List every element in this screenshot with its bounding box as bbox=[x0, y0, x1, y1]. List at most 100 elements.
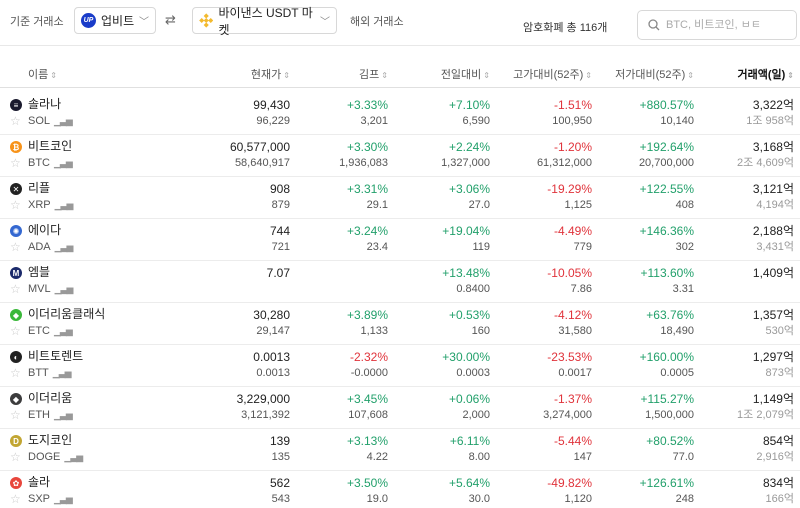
chart-icon[interactable]: ▁▃▅ bbox=[53, 366, 72, 380]
table-row[interactable]: ◆ ☆ 이더리움 ETH ▁▃▅ 3,229,000 3,121,392 +3.4… bbox=[0, 387, 800, 429]
column-change[interactable]: 전일대비 ⇕ bbox=[441, 66, 490, 82]
favorite-star-icon[interactable]: ☆ bbox=[10, 324, 21, 338]
table-row[interactable]: ✿ ☆ 솔라 SXP ▁▃▅ 562 543 +3.50% 19.0 +5.64%… bbox=[0, 471, 800, 508]
high52-percent: -49.82% bbox=[547, 476, 592, 490]
favorite-star-icon[interactable]: ☆ bbox=[10, 450, 21, 464]
column-premium[interactable]: 김프 ⇕ bbox=[359, 66, 388, 82]
coin-symbol-wrap: BTC ▁▃▅ bbox=[28, 156, 73, 170]
high52-percent: -4.49% bbox=[553, 224, 592, 238]
coin-symbol-wrap: ETC ▁▃▅ bbox=[28, 324, 73, 338]
premium-percent: +3.89% bbox=[346, 308, 388, 322]
base-exchange-value: 업비트 bbox=[101, 14, 135, 28]
volume-foreign: 530억 bbox=[765, 325, 794, 337]
coin-name[interactable]: 이더리움클래식 bbox=[28, 307, 105, 321]
coin-name[interactable]: 엠블 bbox=[28, 265, 50, 279]
dogecoin-icon: D bbox=[10, 435, 22, 447]
chart-icon[interactable]: ▁▃▅ bbox=[55, 282, 74, 296]
table-header: 이름 ⇕ 현재가 ⇕ 김프 ⇕ 전일대비 ⇕ 고가대비(52주) ⇕ 저가대비(52주) ⇕… bbox=[0, 58, 800, 88]
base-exchange-select[interactable]: UP 업비트 ﹀ bbox=[74, 7, 156, 34]
chart-icon[interactable]: ▁▃▅ bbox=[54, 408, 73, 422]
coin-symbol: ADA bbox=[28, 241, 51, 253]
coin-name[interactable]: 솔라 bbox=[28, 475, 50, 489]
swap-icon[interactable]: ⇄ bbox=[165, 12, 176, 28]
column-low52[interactable]: 저가대비(52주) ⇕ bbox=[615, 66, 694, 82]
low52-percent: +160.00% bbox=[639, 350, 694, 364]
sort-icon: ⇕ bbox=[787, 71, 794, 80]
premium-percent: +3.30% bbox=[346, 140, 388, 154]
favorite-star-icon[interactable]: ☆ bbox=[10, 408, 21, 422]
favorite-star-icon[interactable]: ☆ bbox=[10, 198, 21, 212]
coin-name[interactable]: 이더리움 bbox=[28, 391, 72, 405]
coin-name[interactable]: 도지코인 bbox=[28, 433, 72, 447]
low52-price: 20,700,000 bbox=[638, 157, 694, 169]
low52-percent: +192.64% bbox=[639, 140, 694, 154]
coin-name[interactable]: 리플 bbox=[28, 181, 50, 195]
chart-icon[interactable]: ▁▃▅ bbox=[55, 240, 74, 254]
coin-name[interactable]: 비트코인 bbox=[28, 139, 72, 153]
favorite-star-icon[interactable]: ☆ bbox=[10, 240, 21, 254]
low52-percent: +122.55% bbox=[639, 182, 694, 196]
table-row[interactable]: ◆ ☆ 이더리움클래식 ETC ▁▃▅ 30,280 29,147 +3.89% … bbox=[0, 303, 800, 345]
table-row[interactable]: ◐ ☆ 비트토렌트 BTT ▁▃▅ 0.0013 0.0013 -2.32% -0… bbox=[0, 345, 800, 387]
high52-percent: -10.05% bbox=[547, 266, 592, 280]
column-name[interactable]: 이름 ⇕ bbox=[28, 66, 57, 82]
high52-percent: -1.51% bbox=[553, 98, 592, 112]
premium-percent: +3.33% bbox=[346, 98, 388, 112]
compare-exchange-value: 바이낸스 USDT 마켓 bbox=[218, 5, 313, 37]
column-price[interactable]: 현재가 ⇕ bbox=[251, 66, 290, 82]
column-volume[interactable]: 거래액(일) ⇕ bbox=[737, 66, 794, 82]
coin-symbol-wrap: MVL ▁▃▅ bbox=[28, 282, 74, 296]
sort-icon: ⇕ bbox=[585, 71, 592, 80]
favorite-star-icon[interactable]: ☆ bbox=[10, 282, 21, 296]
chart-icon[interactable]: ▁▃▅ bbox=[54, 324, 73, 338]
favorite-star-icon[interactable]: ☆ bbox=[10, 492, 21, 506]
price-krw: 562 bbox=[269, 476, 290, 490]
bitcoin-icon: ₿ bbox=[10, 141, 22, 153]
mvl-icon: M bbox=[10, 267, 22, 279]
table-row[interactable]: ✕ ☆ 리플 XRP ▁▃▅ 908 879 +3.31% 29.1 +3.06%… bbox=[0, 177, 800, 219]
change-percent: +0.53% bbox=[448, 308, 490, 322]
chart-icon[interactable]: ▁▃▅ bbox=[55, 198, 74, 212]
coin-symbol-wrap: DOGE ▁▃▅ bbox=[28, 450, 83, 464]
column-high52[interactable]: 고가대비(52주) ⇕ bbox=[513, 66, 592, 82]
coin-symbol-wrap: SOL ▁▃▅ bbox=[28, 114, 73, 128]
price-krw: 7.07 bbox=[266, 266, 290, 280]
chart-icon[interactable]: ▁▃▅ bbox=[54, 156, 73, 170]
chart-icon[interactable]: ▁▃▅ bbox=[64, 450, 83, 464]
search-input[interactable] bbox=[666, 19, 786, 31]
coin-symbol: SOL bbox=[28, 115, 51, 127]
change-percent: +0.06% bbox=[448, 392, 490, 406]
high52-price: 3,274,000 bbox=[543, 409, 592, 421]
volume-krw: 834억 bbox=[762, 476, 794, 490]
change-amount: 0.0003 bbox=[456, 367, 490, 379]
table-row[interactable]: ✺ ☆ 에이다 ADA ▁▃▅ 744 721 +3.24% 23.4 +19.0… bbox=[0, 219, 800, 261]
change-percent: +13.48% bbox=[442, 266, 490, 280]
change-amount: 27.0 bbox=[468, 199, 490, 211]
coin-name[interactable]: 솔라나 bbox=[28, 97, 61, 111]
table-row[interactable]: M ☆ 엠블 MVL ▁▃▅ 7.07 +13.48% 0.8400 -10.05… bbox=[0, 261, 800, 303]
volume-foreign: 3,431억 bbox=[756, 241, 794, 253]
search-box[interactable] bbox=[637, 10, 797, 40]
chart-icon[interactable]: ▁▃▅ bbox=[54, 114, 73, 128]
compare-exchange-select[interactable]: 바이낸스 USDT 마켓 ﹀ bbox=[192, 6, 337, 37]
favorite-star-icon[interactable]: ☆ bbox=[10, 156, 21, 170]
chart-icon[interactable]: ▁▃▅ bbox=[54, 492, 73, 506]
coin-name[interactable]: 에이다 bbox=[28, 223, 61, 237]
high52-price: 100,950 bbox=[552, 115, 592, 127]
premium-percent: +3.50% bbox=[346, 476, 388, 490]
premium-percent: +3.24% bbox=[346, 224, 388, 238]
favorite-star-icon[interactable]: ☆ bbox=[10, 114, 21, 128]
low52-price: 3.31 bbox=[672, 283, 694, 295]
favorite-star-icon[interactable]: ☆ bbox=[10, 366, 21, 380]
table-row[interactable]: D ☆ 도지코인 DOGE ▁▃▅ 139 135 +3.13% 4.22 +6.… bbox=[0, 429, 800, 471]
change-amount: 30.0 bbox=[468, 493, 490, 505]
high52-percent: -4.12% bbox=[553, 308, 592, 322]
premium-percent: +3.45% bbox=[346, 392, 388, 406]
volume-foreign: 1조 2,079억 bbox=[737, 409, 794, 421]
table-row[interactable]: ≡ ☆ 솔라나 SOL ▁▃▅ 99,430 96,229 +3.33% 3,20… bbox=[0, 93, 800, 135]
low52-price: 248 bbox=[675, 493, 694, 505]
coin-name[interactable]: 비트토렌트 bbox=[28, 349, 83, 363]
high52-percent: -23.53% bbox=[547, 350, 592, 364]
change-amount: 1,327,000 bbox=[441, 157, 490, 169]
table-row[interactable]: ₿ ☆ 비트코인 BTC ▁▃▅ 60,577,000 58,640,917 +3… bbox=[0, 135, 800, 177]
